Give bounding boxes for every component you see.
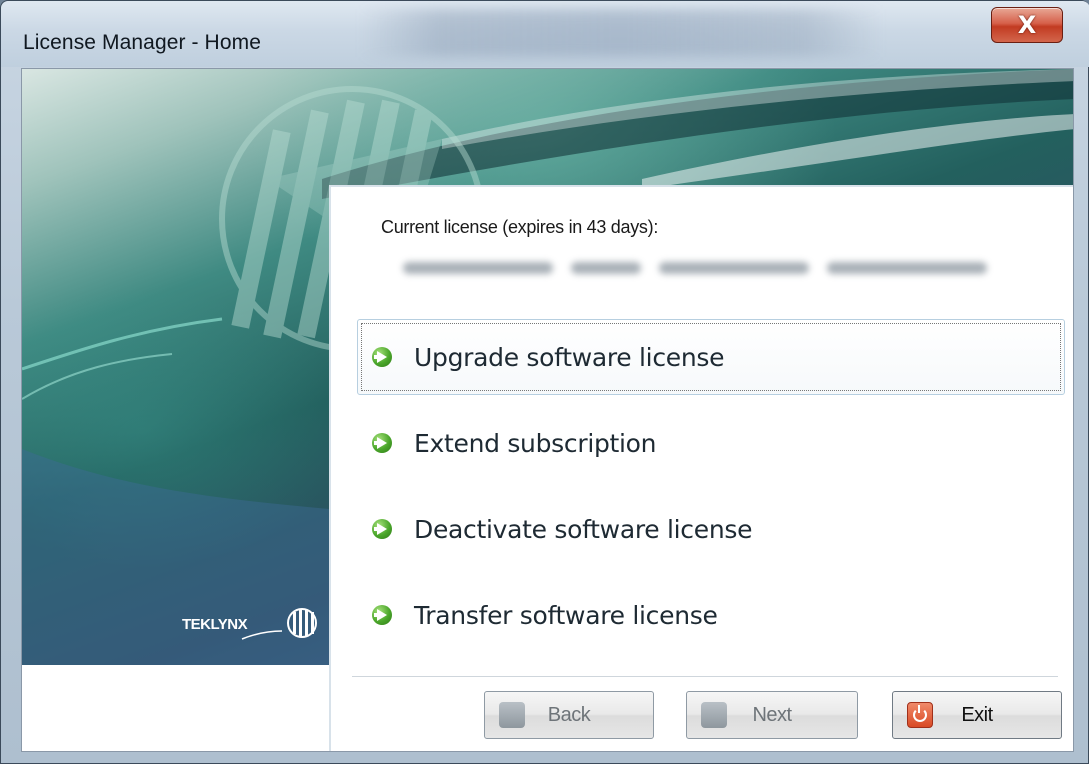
current-license-label: Current license (expires in 43 days):	[381, 217, 659, 237]
deactivate-license-action[interactable]: Deactivate software license	[357, 491, 1065, 567]
title-bar: License Manager - Home X	[1, 1, 1089, 67]
back-button[interactable]: Back	[484, 691, 654, 739]
action-label: Deactivate software license	[414, 514, 753, 544]
license-details-redacted	[403, 257, 1003, 279]
footer-separator	[352, 676, 1058, 678]
green-arrow-icon	[372, 433, 392, 453]
license-manager-window: License Manager - Home X TEKLYNX Current…	[0, 0, 1089, 764]
exit-button[interactable]: Exit	[892, 691, 1062, 739]
upgrade-license-action[interactable]: Upgrade software license	[357, 319, 1065, 395]
action-list: Upgrade software license Extend subscrip…	[357, 319, 1065, 663]
close-button[interactable]: X	[991, 7, 1063, 43]
blurred-taskbar-background	[361, 9, 881, 57]
close-icon: X	[1017, 11, 1037, 39]
green-arrow-icon	[372, 347, 392, 367]
green-arrow-icon	[372, 519, 392, 539]
action-label: Upgrade software license	[414, 342, 725, 372]
green-arrow-icon	[372, 605, 392, 625]
exit-label: Exit	[961, 703, 993, 726]
action-label: Transfer software license	[414, 600, 718, 630]
client-area: TEKLYNX Current license (expires in 43 d…	[21, 68, 1074, 752]
extend-subscription-action[interactable]: Extend subscription	[357, 405, 1065, 481]
next-button[interactable]: Next	[686, 691, 858, 739]
window-title: License Manager - Home	[23, 31, 261, 54]
content-panel: Current license (expires in 43 days): Up…	[329, 185, 1073, 751]
back-label: Back	[547, 703, 591, 726]
next-label: Next	[752, 703, 792, 726]
brand-text: TEKLYNX	[182, 616, 248, 633]
action-label: Extend subscription	[414, 428, 657, 458]
transfer-license-action[interactable]: Transfer software license	[357, 577, 1065, 653]
